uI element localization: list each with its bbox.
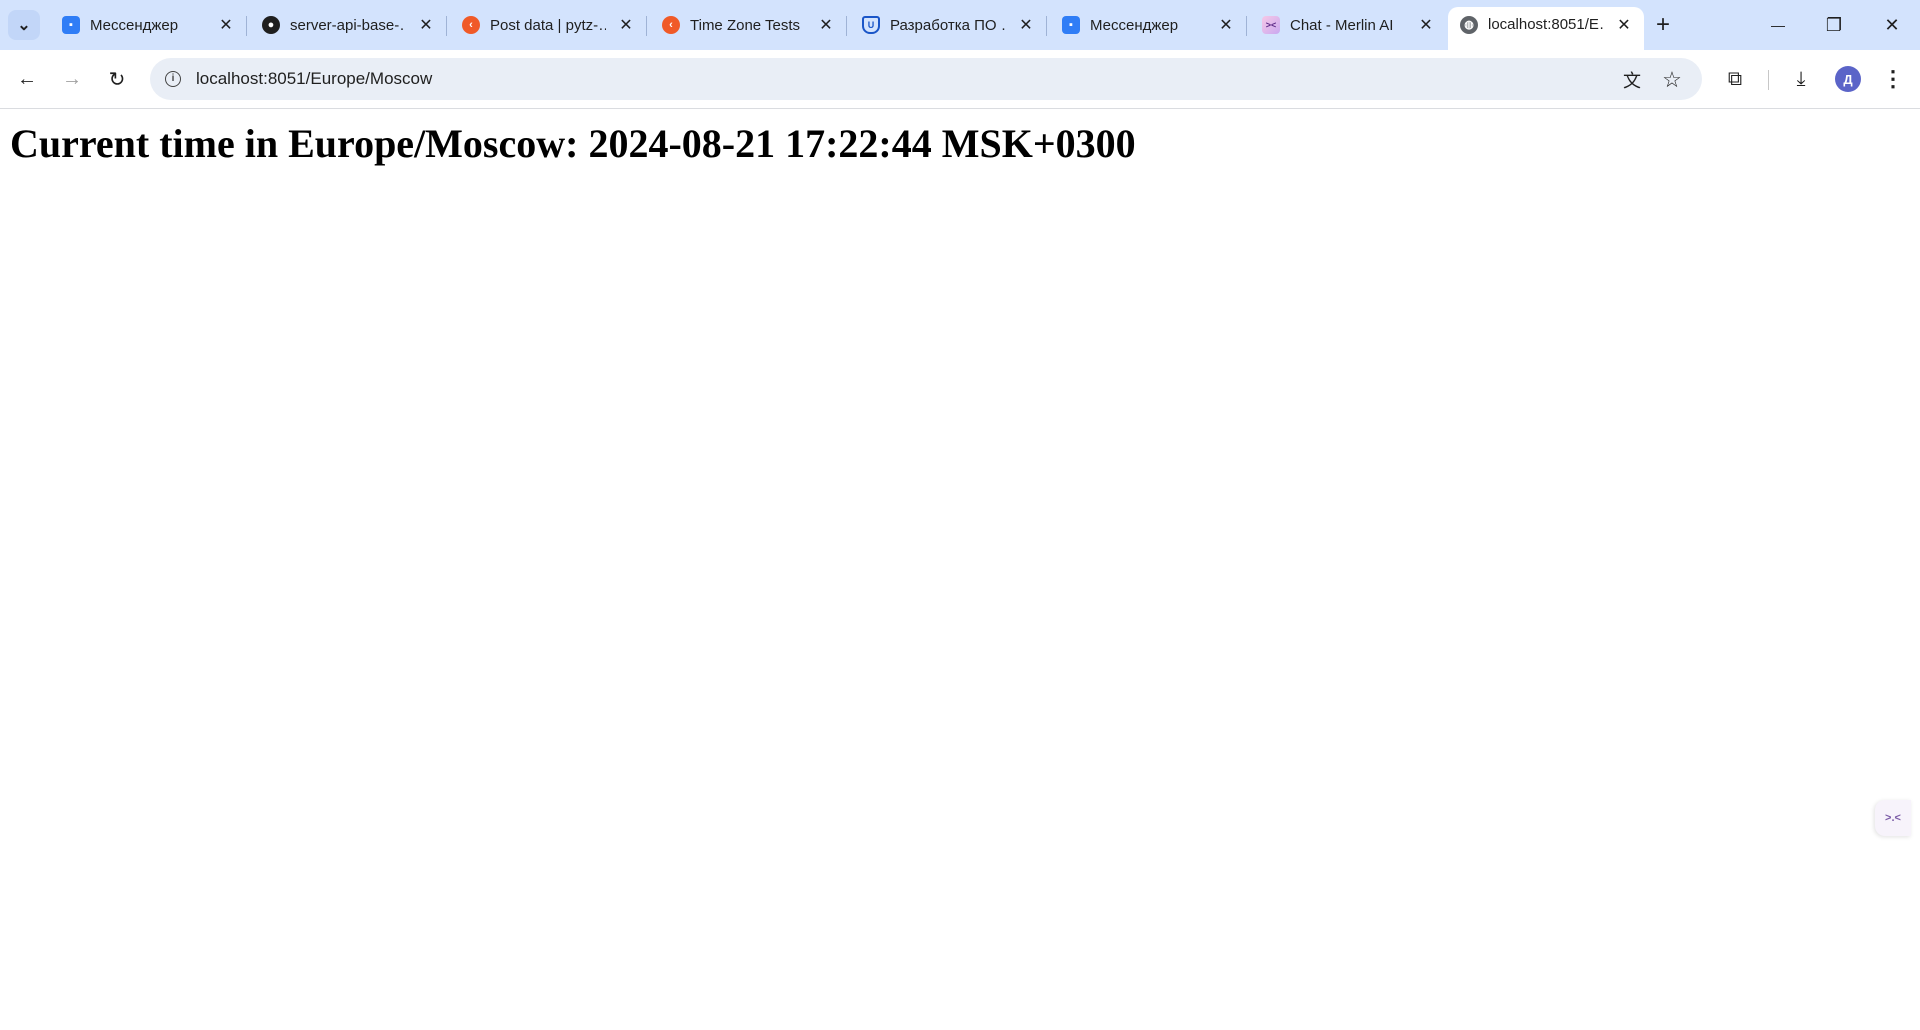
arrow-left-icon: ← [17, 67, 37, 90]
pytz-icon: ‹ [462, 16, 480, 34]
github-icon: ● [262, 16, 280, 34]
site-info-button[interactable]: i [160, 66, 186, 92]
tab-pytz-post[interactable]: ‹ Post data | pytz-… ✕ [450, 8, 647, 42]
downloads-button[interactable]: ⤓ [1784, 62, 1818, 96]
address-bar-url[interactable]: localhost:8051/Europe/Moscow [196, 69, 432, 89]
close-icon[interactable]: ✕ [816, 15, 836, 35]
tab-divider [446, 16, 447, 36]
tab-github[interactable]: ● server-api-base-… ✕ [250, 8, 447, 42]
translate-button[interactable]: 文 [1618, 66, 1646, 94]
tab-divider [846, 16, 847, 36]
close-icon[interactable]: ✕ [1416, 15, 1436, 35]
close-icon[interactable]: ✕ [616, 15, 636, 35]
tab-search-button[interactable]: ⌄ [8, 10, 40, 40]
tab-title: Time Zone Tests [690, 16, 801, 34]
tab-urfu[interactable]: U Разработка ПО … ✕ [850, 8, 1047, 42]
browser-toolbar: ← → ↻ i localhost:8051/Europe/Moscow 文 ☆… [0, 50, 1920, 109]
translate-icon: 文 [1623, 71, 1641, 91]
messenger-icon: ▪ [1062, 16, 1080, 34]
reload-icon: ↻ [108, 68, 126, 91]
arrow-right-icon: → [62, 67, 82, 90]
download-icon: ⤓ [1796, 67, 1806, 90]
info-icon: i [165, 71, 181, 87]
merlin-icon: >.< [1885, 812, 1901, 824]
tab-messenger-1[interactable]: ▪ Мессенджер ✕ [50, 8, 247, 42]
tab-title: localhost:8051/E… [1488, 16, 1604, 33]
window-close-button[interactable]: ✕ [1864, 0, 1920, 50]
plus-icon: + [1655, 11, 1670, 38]
reload-button[interactable]: ↻ [100, 62, 134, 96]
tab-localhost[interactable]: ◍ localhost:8051/E… ✕ [1448, 7, 1644, 50]
tab-time-zone-tests[interactable]: ‹ Time Zone Tests ✕ [650, 8, 847, 42]
close-icon[interactable]: ✕ [1216, 15, 1236, 35]
tab-merlin[interactable]: >< Chat - Merlin AI ✕ [1250, 8, 1446, 42]
page-heading: Current time in Europe/Moscow: 2024-08-2… [10, 121, 1136, 166]
tab-divider [646, 16, 647, 36]
tab-divider [246, 16, 247, 36]
tab-divider [1046, 16, 1047, 36]
tab-title: Мессенджер [1090, 16, 1179, 34]
forward-button[interactable]: → [55, 62, 89, 96]
star-icon: ☆ [1662, 67, 1682, 92]
tab-strip: ⌄ ▪ Мессенджер ✕ ● server-api-base-… ✕ ‹… [0, 0, 1920, 50]
minimize-icon: — [1771, 17, 1785, 33]
puzzle-icon: ⧉ [1727, 67, 1743, 90]
profile-avatar[interactable]: Д [1835, 66, 1861, 92]
tab-title: server-api-base-… [290, 16, 406, 34]
pytz-icon: ‹ [662, 16, 680, 34]
tab-title: Мессенджер [90, 16, 179, 34]
merlin-extension-button[interactable]: >.< [1875, 800, 1911, 836]
minimize-button[interactable]: — [1750, 0, 1806, 50]
tab-title: Post data | pytz-… [490, 16, 606, 34]
restore-button[interactable]: ❐ [1806, 0, 1862, 50]
merlin-icon: >< [1262, 16, 1280, 34]
messenger-icon: ▪ [62, 16, 80, 34]
address-bar[interactable]: i localhost:8051/Europe/Moscow 文 ☆ [150, 58, 1702, 100]
new-tab-button[interactable]: + [1648, 11, 1678, 39]
close-icon[interactable]: ✕ [416, 15, 436, 35]
close-icon[interactable]: ✕ [1016, 15, 1036, 35]
back-button[interactable]: ← [10, 62, 44, 96]
extensions-button[interactable]: ⧉ [1718, 62, 1752, 96]
bookmark-button[interactable]: ☆ [1658, 66, 1686, 94]
tab-divider [1246, 16, 1247, 36]
browser-menu-button[interactable]: ⋮ [1876, 62, 1910, 96]
kebab-menu-icon: ⋮ [1882, 66, 1904, 91]
close-icon[interactable]: ✕ [216, 15, 236, 35]
tab-title: Chat - Merlin AI [1290, 16, 1394, 34]
chevron-down-icon: ⌄ [17, 17, 31, 34]
tab-messenger-2[interactable]: ▪ Мессенджер ✕ [1050, 8, 1247, 42]
toolbar-divider [1768, 70, 1769, 90]
tab-title: Разработка ПО … [890, 16, 1006, 34]
globe-icon: ◍ [1460, 15, 1478, 34]
close-icon: ✕ [1884, 14, 1900, 35]
urfu-icon: U [862, 16, 880, 34]
restore-icon: ❐ [1825, 14, 1843, 35]
close-icon[interactable]: ✕ [1614, 15, 1634, 35]
